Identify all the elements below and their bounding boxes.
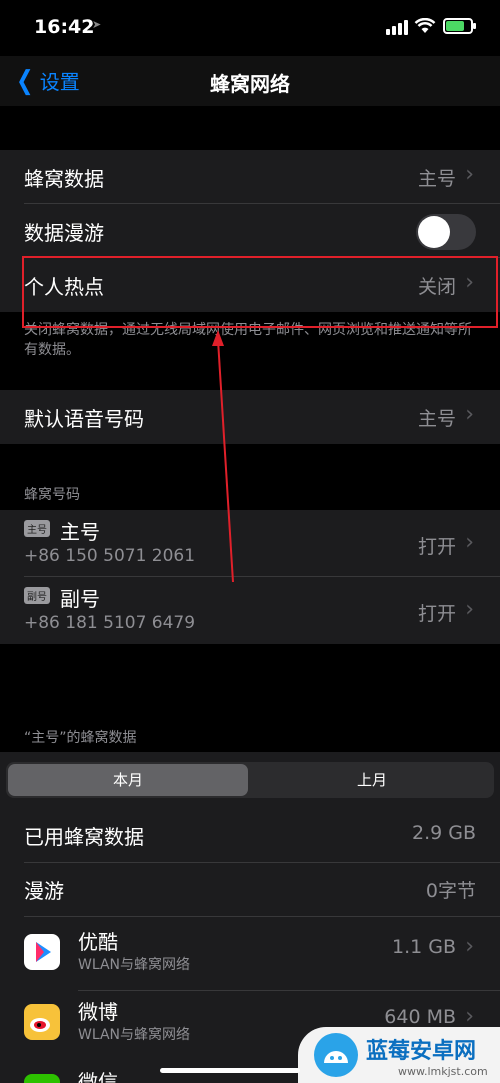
watermark-title: 蓝莓安卓网: [366, 1039, 477, 1064]
watermark: 蓝莓安卓网 www.lmkjst.com: [298, 1027, 500, 1083]
watermark-logo-icon: [314, 1033, 358, 1077]
watermark-url: www.lmkjst.com: [398, 1065, 488, 1078]
home-indicator: [160, 1068, 300, 1073]
arrow-annotation: [212, 330, 234, 583]
